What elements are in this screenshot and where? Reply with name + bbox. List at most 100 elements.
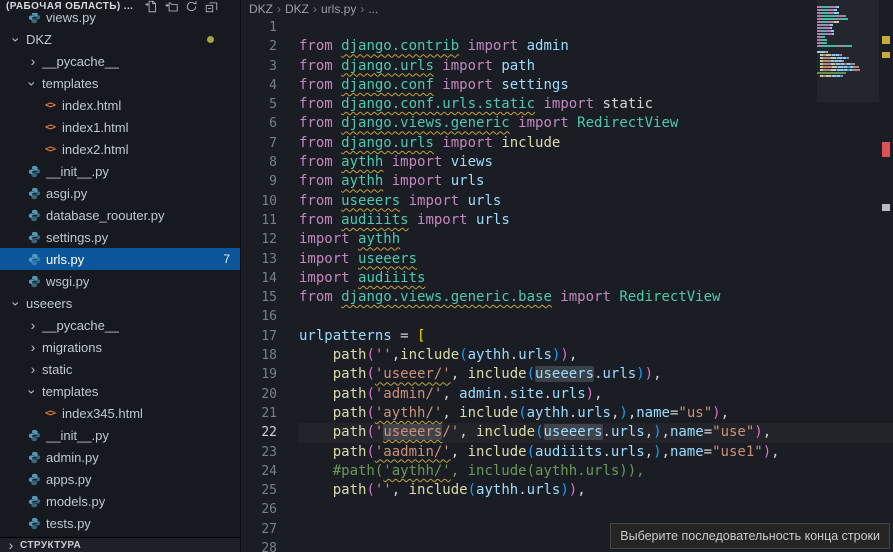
code-line[interactable] (299, 500, 893, 519)
explorer-sidebar: (РАБОЧАЯ ОБЛАСТЬ) ... views.py›DKZ›__pyc… (0, 0, 241, 552)
tree-file-asgi.py[interactable]: asgi.py (0, 182, 240, 204)
explorer-section-header[interactable]: (РАБОЧАЯ ОБЛАСТЬ) ... (0, 0, 240, 13)
modified-dot (207, 36, 214, 43)
code-line[interactable]: from django.conf.urls.static import stat… (299, 95, 893, 114)
code-line[interactable]: from django.urls import include (299, 134, 893, 153)
code-line[interactable]: from django.conf import settings (299, 76, 893, 95)
tree-file-admin.py[interactable]: admin.py (0, 446, 240, 468)
code-line[interactable]: #path('aythh/', include(aythh.urls)), (299, 462, 893, 481)
breadcrumb-separator: › (313, 2, 317, 16)
tree-file-__init__.py[interactable]: __init__.py (0, 424, 240, 446)
tree-file-index345.html[interactable]: <>index345.html (0, 402, 240, 424)
overview-ruler[interactable] (879, 0, 893, 552)
tree-item-label: __init__.py (46, 164, 109, 179)
breadcrumb-item[interactable]: ... (368, 2, 378, 16)
tree-folder-migrations[interactable]: ›migrations (0, 336, 240, 358)
tree-folder-__pycache__[interactable]: ›__pycache__ (0, 314, 240, 336)
tree-file-wsgi.py[interactable]: wsgi.py (0, 270, 240, 292)
tree-item-label: __init__.py (46, 428, 109, 443)
line-number: 3 (241, 57, 277, 76)
tree-folder-DKZ[interactable]: ›DKZ (0, 28, 240, 50)
problems-badge: 7 (223, 252, 230, 266)
collapse-all-icon[interactable] (205, 0, 218, 13)
code-line[interactable]: from aythh import urls (299, 172, 893, 191)
refresh-icon[interactable] (185, 0, 198, 13)
line-number: 4 (241, 76, 277, 95)
code-line[interactable]: from django.urls import path (299, 57, 893, 76)
tree-file-tests.py[interactable]: tests.py (0, 512, 240, 534)
line-number: 17 (241, 327, 277, 346)
code-line[interactable] (299, 18, 893, 37)
py-file-icon (26, 494, 42, 508)
tree-folder-useeers[interactable]: ›useeers (0, 292, 240, 314)
py-file-icon (26, 208, 42, 222)
breadcrumb: DKZ›DKZ›urls.py›... (241, 0, 893, 18)
tree-file-__init__.py[interactable]: __init__.py (0, 160, 240, 182)
breadcrumb-item[interactable]: urls.py (321, 2, 356, 16)
chevron-right-icon: › (26, 362, 40, 376)
tree-file-index.html[interactable]: <>index.html (0, 94, 240, 116)
tree-item-label: wsgi.py (46, 274, 89, 289)
tree-file-index2.html[interactable]: <>index2.html (0, 138, 240, 160)
code-line[interactable]: path('',include(aythh.urls)), (299, 346, 893, 365)
code-line[interactable]: path('useeers/', include(useeers.urls,),… (299, 423, 893, 442)
line-number: 22 (241, 423, 277, 442)
tree-folder-__pycache__[interactable]: ›__pycache__ (0, 50, 240, 72)
minimap[interactable] (817, 3, 879, 87)
code-line[interactable]: from aythh import views (299, 153, 893, 172)
line-number: 2 (241, 37, 277, 56)
line-number: 18 (241, 346, 277, 365)
outline-section-header[interactable]: › СТРУКТУРА (0, 537, 240, 552)
tree-item-label: templates (42, 76, 98, 91)
code-line[interactable]: import audiiits (299, 269, 893, 288)
code-line[interactable]: from useeers import urls (299, 192, 893, 211)
code-line[interactable]: path('aythh/', include(aythh.urls,),name… (299, 404, 893, 423)
code-line[interactable]: path('useeer/', include(useeers.urls)), (299, 365, 893, 384)
tree-folder-templates[interactable]: ›templates (0, 380, 240, 402)
tree-item-label: index1.html (62, 120, 128, 135)
code-line[interactable]: path('aadmin/', include(audiiits.urls,),… (299, 443, 893, 462)
line-number: 12 (241, 230, 277, 249)
code-line[interactable]: from audiiits import urls (299, 211, 893, 230)
tree-file-database_roouter.py[interactable]: database_roouter.py (0, 204, 240, 226)
line-number: 25 (241, 481, 277, 500)
tree-file-urls.py[interactable]: urls.py7 (0, 248, 240, 270)
tree-file-models.py[interactable]: models.py (0, 490, 240, 512)
tree-item-label: index2.html (62, 142, 128, 157)
code-area[interactable]: 1234567891011121314151617181920212223242… (241, 18, 893, 552)
tree-file-index1.html[interactable]: <>index1.html (0, 116, 240, 138)
code-line[interactable]: path('admin/', admin.site.urls), (299, 385, 893, 404)
code-line[interactable]: from django.views.generic.base import Re… (299, 288, 893, 307)
tree-file-apps.py[interactable]: apps.py (0, 468, 240, 490)
line-number: 20 (241, 385, 277, 404)
line-number: 13 (241, 250, 277, 269)
py-file-icon (26, 428, 42, 442)
breadcrumb-item[interactable]: DKZ (285, 2, 309, 16)
chevron-right-icon: › (26, 318, 40, 332)
py-file-icon (26, 450, 42, 464)
line-number: 6 (241, 114, 277, 133)
tree-file-settings.py[interactable]: settings.py (0, 226, 240, 248)
new-file-icon[interactable] (145, 0, 158, 13)
new-folder-icon[interactable] (165, 0, 178, 13)
tree-folder-static[interactable]: ›static (0, 358, 240, 380)
chevron-down-icon: › (9, 297, 23, 311)
code-line[interactable]: urlpatterns = [ (299, 327, 893, 346)
code-line[interactable]: import useeers (299, 250, 893, 269)
code-line[interactable]: import aythh (299, 230, 893, 249)
ruler-warning-marker (882, 36, 890, 44)
breadcrumb-item[interactable]: DKZ (249, 2, 273, 16)
tree-folder-templates[interactable]: ›templates (0, 72, 240, 94)
py-file-icon (26, 472, 42, 486)
editor-gutter: 1234567891011121314151617181920212223242… (241, 18, 277, 552)
file-tree: views.py›DKZ›__pycache__›templates<>inde… (0, 6, 240, 534)
py-file-icon (26, 252, 42, 266)
chevron-right-icon: › (26, 340, 40, 354)
line-number: 10 (241, 192, 277, 211)
tree-item-label: static (42, 362, 72, 377)
code-line[interactable]: from django.views.generic import Redirec… (299, 114, 893, 133)
code-line[interactable] (299, 307, 893, 326)
tree-item-label: asgi.py (46, 186, 87, 201)
code-line[interactable]: path('', include(aythh.urls)), (299, 481, 893, 500)
code-line[interactable]: from django.contrib import admin (299, 37, 893, 56)
